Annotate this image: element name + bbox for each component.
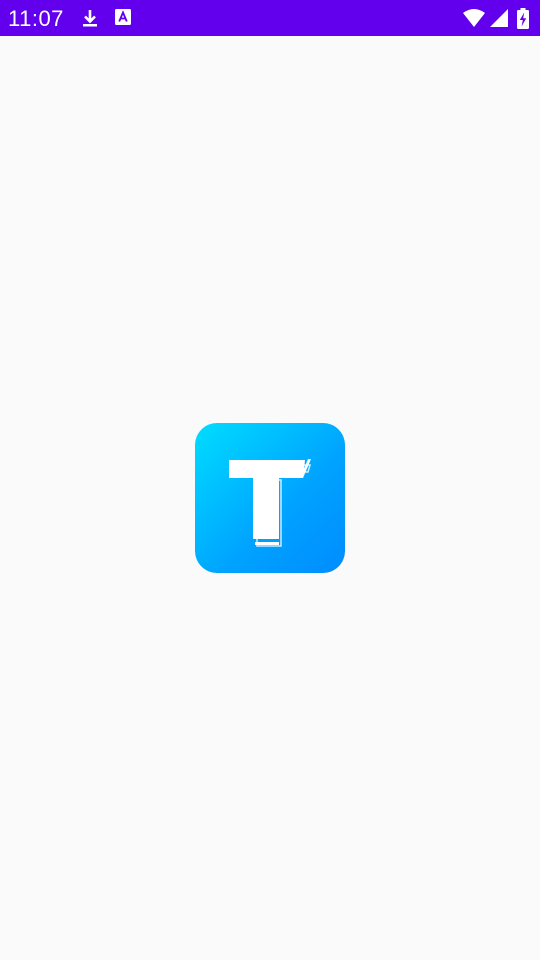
status-bar: 11:07 (0, 0, 540, 36)
download-icon (80, 8, 100, 28)
status-time: 11:07 (8, 6, 64, 31)
wifi-icon (462, 8, 486, 28)
app-logo (195, 423, 345, 573)
battery-charging-icon (516, 8, 530, 29)
cell-signal-icon (489, 8, 509, 28)
t-logo-icon (229, 459, 311, 547)
text-a-icon (114, 8, 134, 28)
